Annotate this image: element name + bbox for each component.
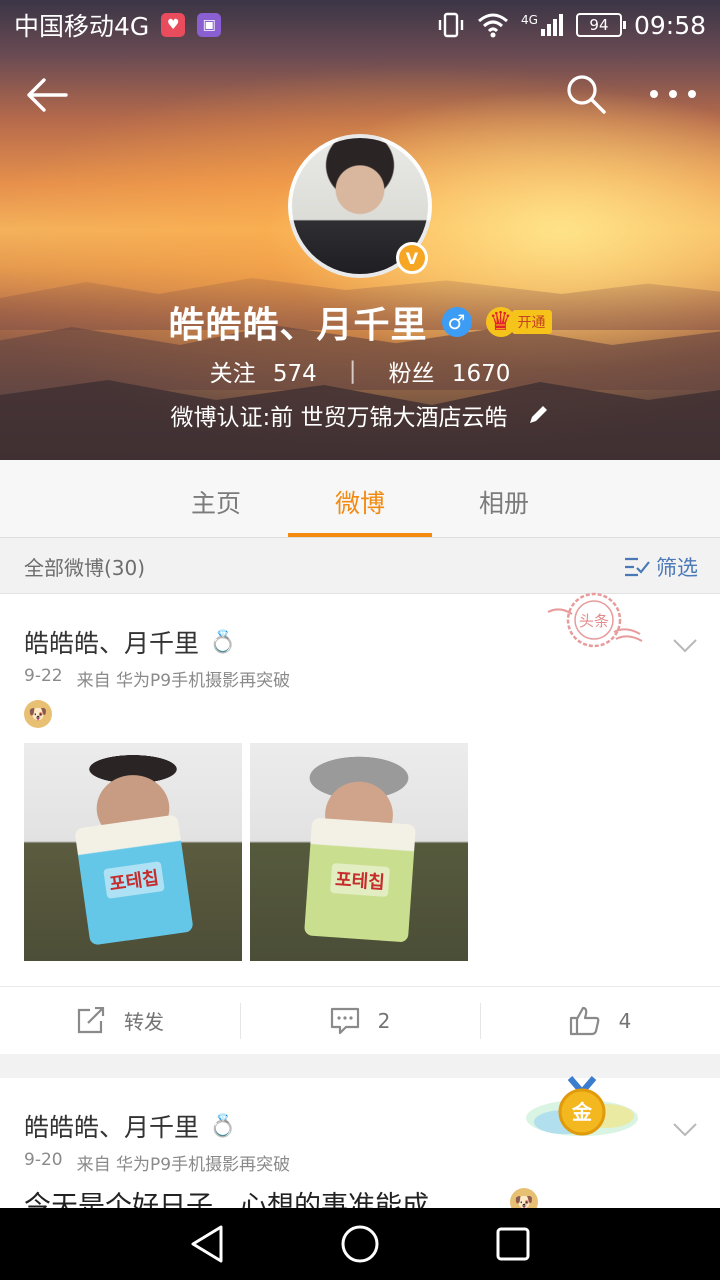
search-button[interactable]	[564, 72, 608, 116]
following-label: 关注	[209, 361, 256, 387]
feed-post[interactable]: 头条 皓皓皓、月千里 💍 9-22 来自 华为P9手机摄影再突破 🐶 포테칩 포…	[0, 592, 720, 1054]
thumbs-up-icon	[569, 1006, 599, 1035]
battery-indicator: 94	[575, 13, 626, 37]
tab-weibo[interactable]: 微博	[288, 460, 432, 537]
medal-text: 金	[571, 1100, 593, 1124]
post-meta: 9-22 来自 华为P9手机摄影再突破	[24, 666, 290, 691]
post-author[interactable]: 皓皓皓、月千里 💍	[24, 1108, 236, 1144]
post-author-name: 皓皓皓、月千里	[24, 1113, 200, 1142]
vip-open-label: 开通	[511, 310, 552, 334]
post-source: 来自 华为P9手机摄影再突破	[76, 671, 291, 691]
nav-back-button[interactable]	[184, 1221, 230, 1267]
profile-name-row: 皓皓皓、月千里 ♂ ♛ 开通	[0, 296, 720, 348]
search-icon	[567, 75, 606, 114]
following-count: 574	[272, 361, 317, 387]
network-type-label: 4G	[521, 13, 538, 27]
filter-button[interactable]: 筛选	[624, 552, 698, 582]
post-actions: 转发 2 4	[0, 986, 720, 1054]
chip-bag-text: 포테칩	[103, 861, 165, 899]
post-author-name: 皓皓皓、月千里	[24, 629, 200, 658]
comment-icon	[330, 1007, 359, 1034]
more-dot-icon	[650, 90, 658, 98]
stat-divider: |	[348, 358, 357, 384]
triangle-back-icon	[191, 1225, 223, 1263]
repost-button[interactable]: 转发	[0, 987, 240, 1054]
gallery-app-icon: ▣	[197, 13, 222, 37]
profile-tabs: 主页 微博 相册	[0, 460, 720, 538]
repost-label: 转发	[124, 1010, 164, 1034]
male-gender-icon: ♂	[441, 307, 472, 337]
tab-home[interactable]: 主页	[144, 460, 288, 537]
battery-level: 94	[589, 16, 609, 34]
edit-pencil-icon[interactable]	[526, 403, 550, 427]
chevron-down-icon[interactable]	[672, 1116, 698, 1142]
back-button[interactable]	[24, 72, 70, 118]
post-author[interactable]: 皓皓皓、月千里 💍	[24, 624, 236, 660]
post-source: 来自 华为P9手机摄影再突破	[76, 1155, 291, 1175]
chip-bag-illustration: 포테칩	[74, 814, 194, 946]
tab-album[interactable]: 相册	[432, 460, 576, 537]
post-photo[interactable]: 포테칩	[250, 743, 468, 961]
stamp-text: 头条	[579, 612, 609, 630]
post-meta: 9-20 来自 华为P9手机摄影再突破	[24, 1150, 290, 1175]
wifi-icon	[478, 13, 508, 38]
top-navigation	[0, 66, 720, 122]
circle-home-icon	[341, 1225, 379, 1263]
filter-label: 筛选	[656, 555, 698, 580]
health-app-icon: ♥	[161, 13, 186, 37]
signal-icon	[540, 14, 563, 36]
square-recents-icon	[496, 1227, 530, 1261]
gold-medal-icon: 金	[526, 1076, 638, 1136]
feed-count-label: 全部微博(30)	[24, 556, 146, 580]
vibrate-icon	[438, 12, 464, 38]
feed-filter-bar: 全部微博(30) 筛选	[0, 540, 720, 594]
system-navigation-bar	[0, 1208, 720, 1280]
doge-emoji-icon: 🐶	[24, 700, 52, 728]
profile-cover: 中国移动4G ♥ ▣ 4G 94 09:58 V 皓皓皓、月千里 ♂ ♛ 开通 …	[0, 0, 720, 460]
fans-label: 粉丝	[388, 361, 435, 387]
repost-icon	[77, 1006, 105, 1033]
diamond-ring-icon: 💍	[209, 1113, 237, 1139]
nav-recents-button[interactable]	[490, 1221, 536, 1267]
diamond-ring-icon: 💍	[209, 629, 237, 655]
headline-stamp-icon: 头条	[547, 592, 643, 648]
like-button[interactable]: 4	[480, 987, 720, 1054]
comment-button[interactable]: 2	[240, 987, 480, 1054]
certification-row[interactable]: 微博认证:前 世贸万锦大酒店云皓	[0, 398, 720, 432]
status-bar: 中国移动4G ♥ ▣ 4G 94 09:58	[0, 0, 720, 50]
carrier-label: 中国移动4G	[14, 12, 150, 41]
like-count: 4	[618, 1008, 632, 1033]
chip-bag-illustration: 포테칩	[304, 817, 416, 943]
following-stat[interactable]: 关注 574	[210, 354, 317, 388]
follow-stats: 关注 574 | 粉丝 1670	[0, 354, 720, 388]
comment-count: 2	[377, 1008, 391, 1033]
more-dot-icon	[688, 90, 696, 98]
more-options-button[interactable]	[648, 72, 698, 116]
back-arrow-icon	[27, 78, 68, 112]
post-date: 9-22	[24, 666, 63, 686]
nav-home-button[interactable]	[337, 1221, 383, 1267]
clock: 09:58	[633, 10, 706, 40]
fans-count: 1670	[451, 361, 511, 387]
post-date: 9-20	[24, 1150, 63, 1170]
filter-list-icon	[625, 557, 650, 576]
vip-badge[interactable]: ♛ 开通	[485, 307, 552, 337]
avatar-container[interactable]: V	[288, 134, 432, 278]
chevron-down-icon[interactable]	[672, 632, 698, 658]
verified-badge-icon: V	[396, 242, 428, 274]
feed-post[interactable]: 金 皓皓皓、月千里 💍 9-20 来自 华为P9手机摄影再突破 今天是个好日子，…	[0, 1076, 720, 1222]
fans-stat[interactable]: 粉丝 1670	[389, 354, 511, 388]
certification-text: 微博认证:前 世贸万锦大酒店云皓	[170, 405, 508, 431]
more-dot-icon	[669, 90, 677, 98]
chip-bag-text: 포테칩	[330, 863, 390, 897]
post-photo[interactable]: 포테칩	[24, 743, 242, 961]
profile-username: 皓皓皓、月千里	[168, 305, 428, 346]
